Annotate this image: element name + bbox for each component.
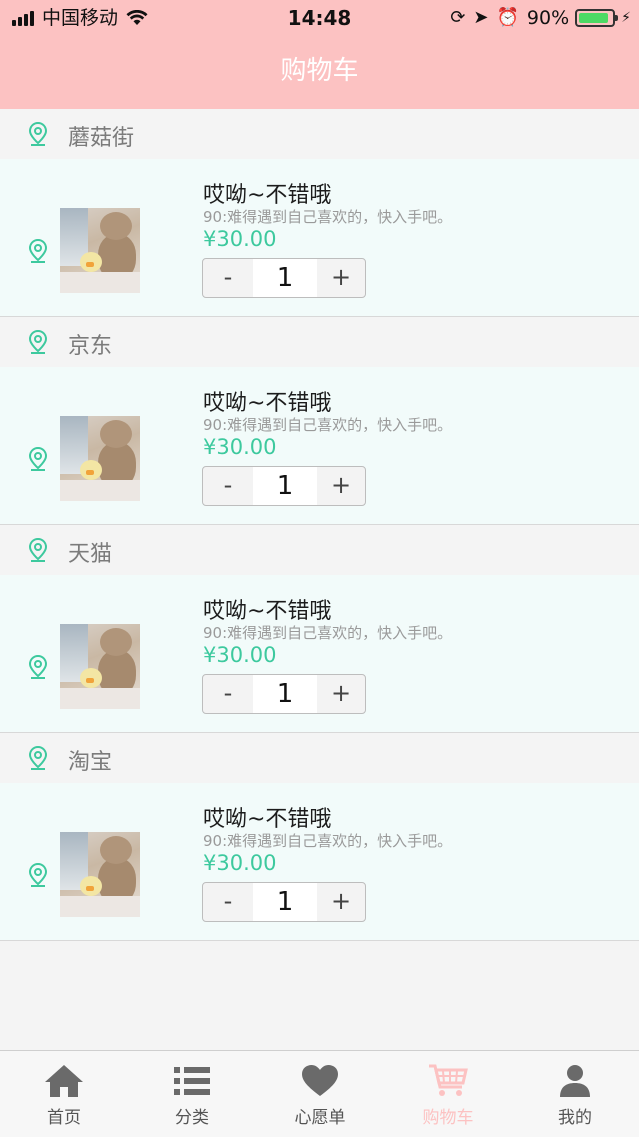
product-thumbnail[interactable]	[60, 208, 140, 293]
tab-label: 分类	[175, 1108, 209, 1128]
orientation-lock-icon: ⟳	[450, 7, 466, 28]
cart-item[interactable]: 哎呦~不错哦 90:难得遇到自己喜欢的，快入手吧。 ¥30.00 - 1 +	[0, 367, 639, 525]
heart-icon	[302, 1065, 338, 1096]
tab-cart[interactable]: 购物车	[384, 1051, 512, 1137]
product-thumbnail[interactable]	[60, 832, 140, 917]
list-icon	[174, 1067, 210, 1095]
quantity-stepper: - 1 +	[202, 674, 366, 714]
cart-item[interactable]: 哎呦~不错哦 90:难得遇到自己喜欢的，快入手吧。 ¥30.00 - 1 +	[0, 783, 639, 941]
decrease-button[interactable]: -	[203, 675, 253, 713]
quantity-value[interactable]: 1	[253, 259, 317, 297]
battery-icon	[575, 9, 619, 27]
location-pin-icon	[28, 538, 48, 562]
location-pin-icon	[28, 746, 48, 770]
location-pin-icon	[28, 330, 48, 354]
product-thumbnail[interactable]	[60, 624, 140, 709]
product-title: 哎呦~不错哦	[203, 807, 332, 832]
location-pin-icon	[28, 655, 48, 679]
product-thumbnail[interactable]	[60, 416, 140, 501]
location-arrow-icon: ➤	[473, 7, 489, 28]
increase-button[interactable]: +	[317, 467, 365, 505]
product-price: ¥30.00	[203, 851, 277, 875]
charging-icon: ⚡	[621, 10, 631, 26]
product-description: 90:难得遇到自己喜欢的，快入手吧。	[203, 832, 453, 850]
product-price: ¥30.00	[203, 227, 277, 251]
shop-name: 京东	[68, 334, 113, 359]
quantity-value[interactable]: 1	[253, 883, 317, 921]
tab-bar: 首页 分类 心愿单 购物车 我的	[0, 1050, 639, 1137]
person-icon	[560, 1065, 590, 1097]
tab-label: 心愿单	[294, 1108, 346, 1128]
increase-button[interactable]: +	[317, 259, 365, 297]
quantity-stepper: - 1 +	[202, 258, 366, 298]
product-description: 90:难得遇到自己喜欢的，快入手吧。	[203, 416, 453, 434]
cart-item[interactable]: 哎呦~不错哦 90:难得遇到自己喜欢的，快入手吧。 ¥30.00 - 1 +	[0, 159, 639, 317]
tab-label: 我的	[558, 1108, 592, 1128]
product-description: 90:难得遇到自己喜欢的，快入手吧。	[203, 208, 453, 226]
location-pin-icon	[28, 447, 48, 471]
cart-item[interactable]: 哎呦~不错哦 90:难得遇到自己喜欢的，快入手吧。 ¥30.00 - 1 +	[0, 575, 639, 733]
shop-name: 天猫	[68, 542, 113, 567]
home-icon	[45, 1065, 83, 1097]
product-title: 哎呦~不错哦	[203, 183, 332, 208]
nav-bar: 购物车	[0, 36, 639, 109]
tab-wishlist[interactable]: 心愿单	[256, 1051, 384, 1137]
decrease-button[interactable]: -	[203, 883, 253, 921]
tab-label: 购物车	[422, 1108, 474, 1128]
quantity-value[interactable]: 1	[253, 675, 317, 713]
alarm-icon: ⏰	[496, 7, 519, 28]
increase-button[interactable]: +	[317, 675, 365, 713]
battery-percent: 90%	[526, 7, 570, 29]
location-pin-icon	[28, 239, 48, 263]
status-right: ⟳ ➤ ⏰ 90% ⚡	[450, 6, 631, 30]
product-price: ¥30.00	[203, 435, 277, 459]
quantity-value[interactable]: 1	[253, 467, 317, 505]
quantity-stepper: - 1 +	[202, 466, 366, 506]
product-title: 哎呦~不错哦	[203, 391, 332, 416]
shop-name: 蘑菇街	[68, 126, 135, 151]
shop-header: 天猫	[0, 525, 639, 576]
location-pin-icon	[28, 122, 48, 146]
tab-label: 首页	[47, 1108, 81, 1128]
status-bar: 中国移动 14:48 ⟳ ➤ ⏰ 90% ⚡	[0, 0, 639, 36]
decrease-button[interactable]: -	[203, 259, 253, 297]
shop-header: 京东	[0, 317, 639, 368]
increase-button[interactable]: +	[317, 883, 365, 921]
cart-icon	[429, 1064, 468, 1096]
decrease-button[interactable]: -	[203, 467, 253, 505]
product-price: ¥30.00	[203, 643, 277, 667]
product-description: 90:难得遇到自己喜欢的，快入手吧。	[203, 624, 453, 642]
tab-home[interactable]: 首页	[0, 1051, 128, 1137]
shop-header: 淘宝	[0, 733, 639, 784]
location-pin-icon	[28, 863, 48, 887]
tab-category[interactable]: 分类	[128, 1051, 256, 1137]
tab-me[interactable]: 我的	[511, 1051, 639, 1137]
product-title: 哎呦~不错哦	[203, 599, 332, 624]
page-title: 购物车	[280, 56, 359, 86]
shop-name: 淘宝	[68, 750, 113, 775]
shop-header: 蘑菇街	[0, 109, 639, 160]
quantity-stepper: - 1 +	[202, 882, 366, 922]
